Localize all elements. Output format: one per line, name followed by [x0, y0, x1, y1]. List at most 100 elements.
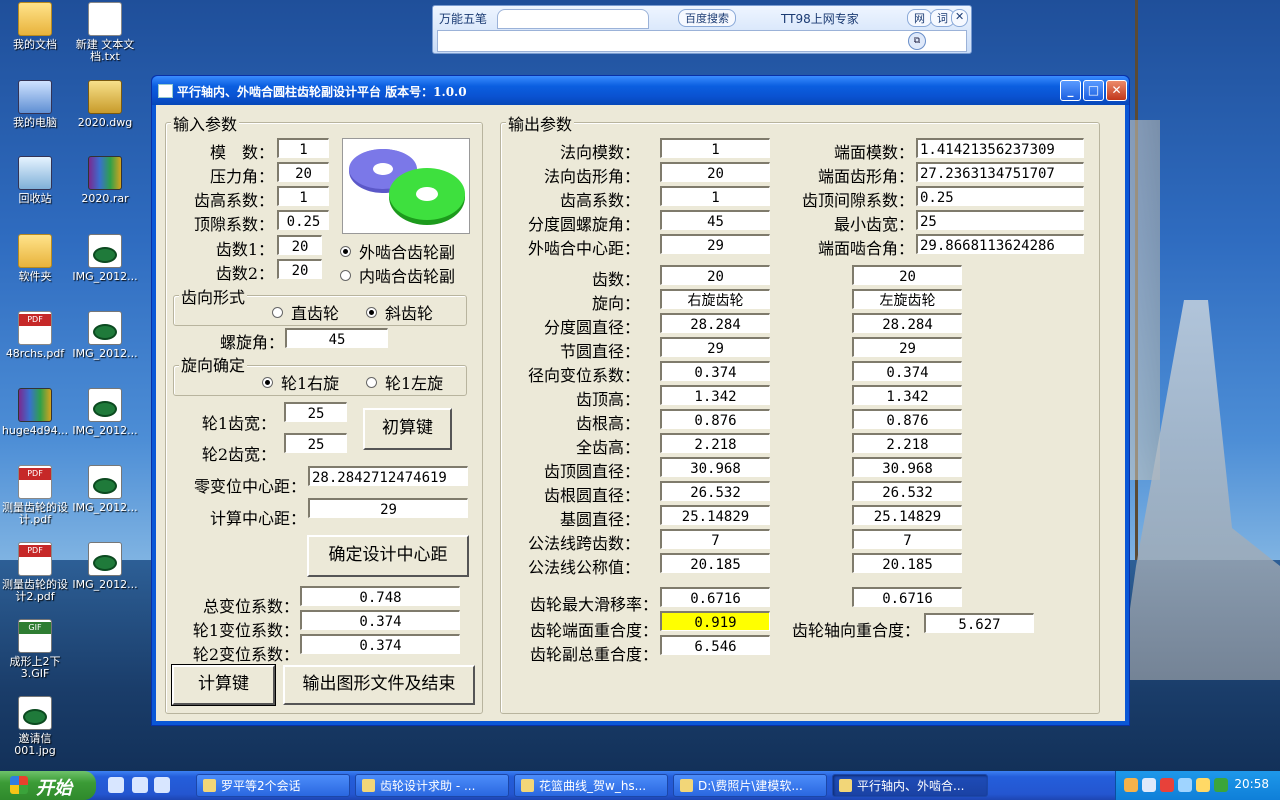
- tray-app-icon[interactable]: [1196, 778, 1210, 792]
- desktop-icon[interactable]: 48rchs.pdf: [0, 311, 70, 360]
- gear2-field[interactable]: 0.876: [852, 409, 962, 429]
- desktop-icon[interactable]: 我的电脑: [0, 80, 70, 129]
- radio-helical[interactable]: 斜齿轮: [366, 300, 433, 324]
- input-field[interactable]: 20: [277, 235, 322, 255]
- desktop-icon[interactable]: 2020.dwg: [70, 80, 140, 129]
- width2-field[interactable]: 25: [284, 433, 347, 453]
- output-field[interactable]: 29: [660, 234, 770, 254]
- gear2-field[interactable]: 0.374: [852, 361, 962, 381]
- desktop-icon[interactable]: IMG_2012...: [70, 311, 140, 360]
- helix-angle-field[interactable]: 45: [285, 328, 388, 348]
- gear2-field[interactable]: 20: [852, 265, 962, 285]
- total-shift-field[interactable]: 0.748: [300, 586, 460, 606]
- radio-spur[interactable]: 直齿轮: [272, 300, 339, 324]
- total-contact-field[interactable]: 6.546: [660, 635, 770, 655]
- output-field[interactable]: 1.41421356237309: [916, 138, 1084, 158]
- input-field[interactable]: 1: [277, 186, 329, 206]
- desktop-icon[interactable]: 测量齿轮的设计.pdf: [0, 465, 70, 526]
- calc-center-field[interactable]: 29: [308, 498, 468, 518]
- gear1-field[interactable]: 30.968: [660, 457, 770, 477]
- desktop-icon[interactable]: IMG_2012...: [70, 465, 140, 514]
- quicklaunch-ie-icon[interactable]: [154, 777, 170, 793]
- desktop-icon[interactable]: huge4d94...: [0, 388, 70, 437]
- quicklaunch-app-icon[interactable]: [108, 777, 124, 793]
- gear2-field[interactable]: 左旋齿轮: [852, 289, 962, 309]
- desktop-icon[interactable]: IMG_2012...: [70, 234, 140, 283]
- close-icon[interactable]: ✕: [951, 9, 969, 27]
- output-field[interactable]: 27.2363134751707: [916, 162, 1084, 182]
- gear1-field[interactable]: 右旋齿轮: [660, 289, 770, 309]
- gear1-field[interactable]: 20.185: [660, 553, 770, 573]
- calculate-button[interactable]: 计算键: [171, 664, 276, 706]
- gear1-field[interactable]: 28.284: [660, 313, 770, 333]
- radio-gear1-left[interactable]: 轮1左旋: [366, 370, 443, 394]
- gear2-field[interactable]: 30.968: [852, 457, 962, 477]
- gear2-field[interactable]: 29: [852, 337, 962, 357]
- output-field[interactable]: 0.25: [916, 186, 1084, 206]
- axial-contact-field[interactable]: 5.627: [924, 613, 1034, 633]
- gear1-field[interactable]: 25.14829: [660, 505, 770, 525]
- transverse-contact-field[interactable]: 0.919: [660, 611, 770, 631]
- desktop-icon[interactable]: 软件夹: [0, 234, 70, 283]
- tray-shield-icon[interactable]: [1214, 778, 1228, 792]
- zero-center-field[interactable]: 28.2842712474619: [308, 466, 468, 486]
- input-field[interactable]: 20: [277, 259, 322, 279]
- output-field[interactable]: 20: [660, 162, 770, 182]
- input-field[interactable]: 0.25: [277, 210, 329, 230]
- desktop-icon[interactable]: 新建 文本文档.txt: [70, 2, 140, 63]
- taskbar-button[interactable]: D:\费照片\建模软...: [673, 774, 827, 797]
- gear1-field[interactable]: 1.342: [660, 385, 770, 405]
- tray-security-icon[interactable]: [1160, 778, 1174, 792]
- baidu-search-button[interactable]: 百度搜索: [678, 9, 736, 27]
- tray-network-icon[interactable]: [1142, 778, 1156, 792]
- init-calc-button[interactable]: 初算键: [363, 408, 452, 450]
- desktop-icon[interactable]: 我的文档: [0, 2, 70, 51]
- taskbar-button[interactable]: 罗平等2个会话: [196, 774, 350, 797]
- input-field[interactable]: 1: [277, 138, 329, 158]
- gear1-field[interactable]: 0.374: [660, 361, 770, 381]
- title-bar[interactable]: 平行轴内、外啮合圆柱齿轮副设计平台 版本号：1.0.0 _ □ ✕: [152, 76, 1129, 105]
- taskbar-button[interactable]: 花篮曲线_贺w_hs...: [514, 774, 668, 797]
- taskbar-button[interactable]: 平行轴内、外啮合...: [832, 774, 988, 797]
- output-field[interactable]: 45: [660, 210, 770, 230]
- gear2-field[interactable]: 2.218: [852, 433, 962, 453]
- confirm-center-button[interactable]: 确定设计中心距: [307, 535, 469, 577]
- desktop-icon[interactable]: 回收站: [0, 156, 70, 205]
- quicklaunch-anchor-icon[interactable]: [132, 777, 148, 793]
- gear1-field[interactable]: 7: [660, 529, 770, 549]
- desktop-icon[interactable]: 邀请信001.jpg: [0, 696, 70, 757]
- gear2-field[interactable]: 25.14829: [852, 505, 962, 525]
- shift1-field[interactable]: 0.374: [300, 610, 460, 630]
- tray-volume-icon[interactable]: [1178, 778, 1192, 792]
- gear1-field[interactable]: 29: [660, 337, 770, 357]
- export-button[interactable]: 输出图形文件及结束: [283, 665, 475, 705]
- net-button[interactable]: 网: [907, 9, 932, 27]
- output-field[interactable]: 25: [916, 210, 1084, 230]
- slip-g1-field[interactable]: 0.6716: [660, 587, 770, 607]
- desktop-icon[interactable]: 2020.rar: [70, 156, 140, 205]
- output-field[interactable]: 1: [660, 186, 770, 206]
- gear1-field[interactable]: 2.218: [660, 433, 770, 453]
- output-field[interactable]: 1: [660, 138, 770, 158]
- radio-external-mesh[interactable]: 外啮合齿轮副: [340, 239, 455, 263]
- slip-g2-field[interactable]: 0.6716: [852, 587, 962, 607]
- desktop-icon[interactable]: IMG_2012...: [70, 542, 140, 591]
- gear1-field[interactable]: 0.876: [660, 409, 770, 429]
- gear2-field[interactable]: 1.342: [852, 385, 962, 405]
- toolbar-tab-box[interactable]: [497, 9, 649, 29]
- desktop-icon[interactable]: 成形上2下3.GIF: [0, 619, 70, 680]
- shift2-field[interactable]: 0.374: [300, 634, 460, 654]
- output-field[interactable]: 29.8668113624286: [916, 234, 1084, 254]
- input-field[interactable]: 20: [277, 162, 329, 182]
- gear1-field[interactable]: 20: [660, 265, 770, 285]
- taskbar-button[interactable]: 齿轮设计求助 - ...: [355, 774, 509, 797]
- expert-link[interactable]: TT98上网专家: [781, 10, 859, 27]
- maximize-button[interactable]: □: [1083, 80, 1104, 101]
- go-icon[interactable]: ⧉: [908, 32, 926, 50]
- gear2-field[interactable]: 7: [852, 529, 962, 549]
- toolbar-input[interactable]: [437, 30, 967, 52]
- close-button[interactable]: ✕: [1106, 80, 1127, 101]
- gear2-field[interactable]: 26.532: [852, 481, 962, 501]
- width1-field[interactable]: 25: [284, 402, 347, 422]
- desktop-icon[interactable]: IMG_2012...: [70, 388, 140, 437]
